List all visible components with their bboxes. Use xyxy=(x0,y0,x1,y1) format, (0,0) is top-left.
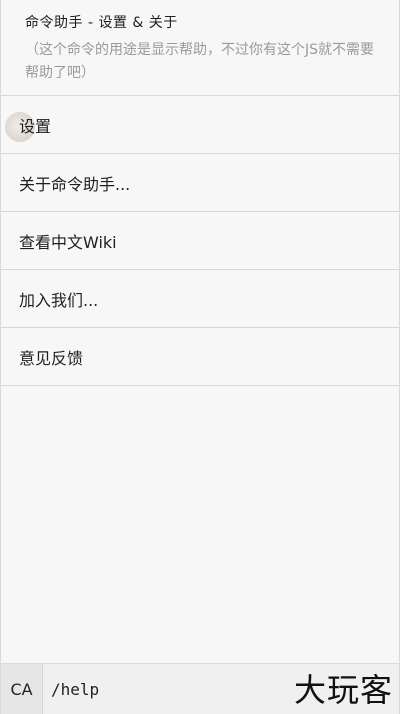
menu-item-about[interactable]: 关于命令助手... xyxy=(1,154,399,212)
menu-item-join-us[interactable]: 加入我们... xyxy=(1,270,399,328)
menu-item-wiki[interactable]: 查看中文Wiki xyxy=(1,212,399,270)
page-title: 命令助手 - 设置 & 关于 xyxy=(25,15,178,31)
dialog-header: 命令助手 - 设置 & 关于 （这个命令的用途是显示帮助，不过你有这个JS就不需… xyxy=(1,0,399,96)
menu-item-label: 加入我们... xyxy=(19,290,99,310)
page-subtitle: （这个命令的用途是显示帮助，不过你有这个JS就不需要帮助了吧） xyxy=(25,42,375,81)
menu-item-label: 关于命令助手... xyxy=(19,174,131,194)
menu-item-label: 意见反馈 xyxy=(19,348,84,368)
ca-button[interactable]: CA xyxy=(1,664,43,714)
menu-item-label: 设置 xyxy=(19,116,52,136)
app-window: 命令助手 - 设置 & 关于 （这个命令的用途是显示帮助，不过你有这个JS就不需… xyxy=(0,0,400,714)
command-input[interactable] xyxy=(51,674,251,704)
menu-item-settings[interactable]: 设置 xyxy=(1,96,399,154)
watermark-logo: 大玩客 xyxy=(293,671,393,709)
menu-list: 设置 关于命令助手... 查看中文Wiki 加入我们... 意见反馈 xyxy=(1,96,399,386)
menu-item-feedback[interactable]: 意见反馈 xyxy=(1,328,399,386)
menu-item-label: 查看中文Wiki xyxy=(19,232,117,252)
